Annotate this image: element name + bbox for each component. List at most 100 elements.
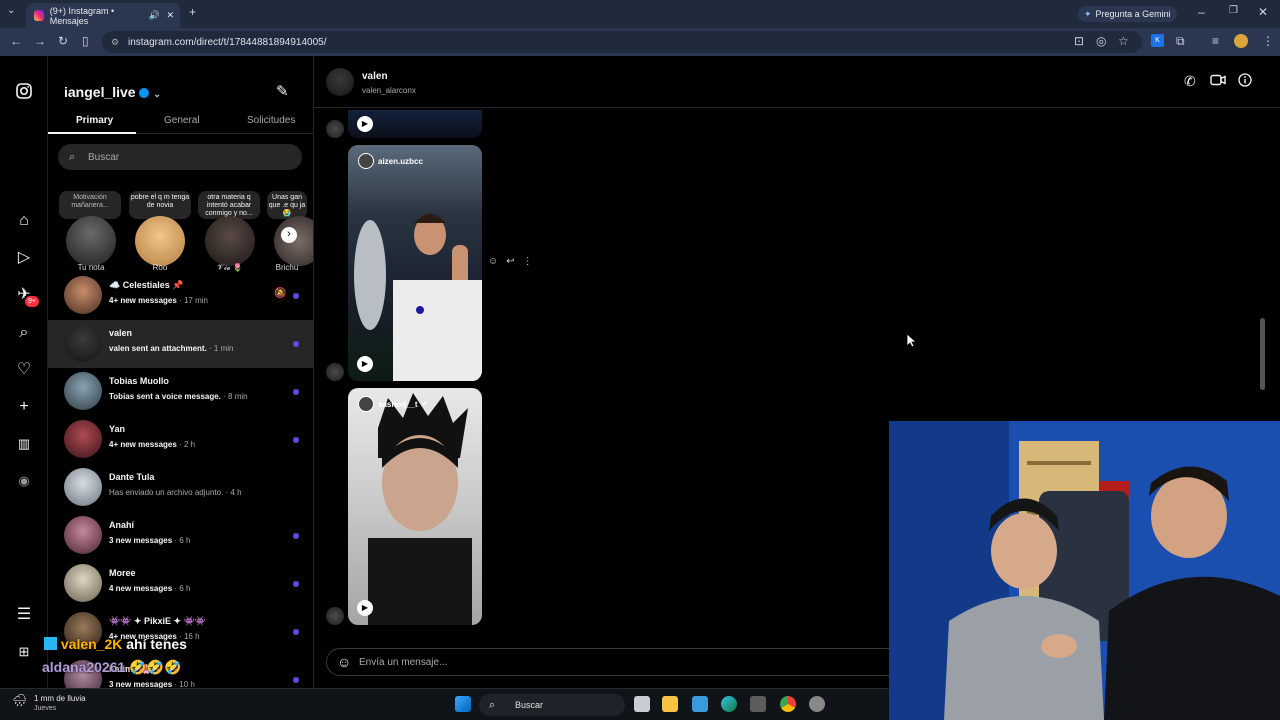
window-close-icon[interactable]: ✕ xyxy=(1258,5,1268,19)
conversation-preview: valen sent an attachment. xyxy=(109,344,207,353)
gemini-button[interactable]: ✦ Pregunta a Gemini xyxy=(1078,6,1177,22)
emoji-picker-icon[interactable]: ☺ xyxy=(337,654,351,670)
windows-start-icon[interactable] xyxy=(455,696,471,712)
reading-list-icon[interactable]: ≡ xyxy=(1212,34,1219,48)
tab-requests[interactable]: Solicitudes xyxy=(247,115,295,126)
conversation-preview: Has enviado un archivo adjunto. xyxy=(109,488,224,497)
inbox-tabs: Primary General Solicitudes xyxy=(48,112,313,134)
install-app-icon[interactable]: ⊡ xyxy=(1074,34,1084,48)
minimize-icon[interactable]: – xyxy=(1198,5,1205,19)
conversation-time: · 6 h xyxy=(174,536,191,545)
bookmark-star-icon[interactable]: ☆ xyxy=(1118,34,1129,48)
file-explorer-icon[interactable] xyxy=(662,696,678,712)
weather-icon[interactable]: 🌧 xyxy=(12,693,27,707)
conversation-row[interactable]: valen valen sent an attachment. · 1 min xyxy=(48,320,313,368)
note-avatar[interactable] xyxy=(205,216,255,266)
extensions-puzzle-icon[interactable]: ⧉ xyxy=(1176,34,1185,49)
avatar xyxy=(64,324,102,362)
conversation-row[interactable]: Tobias Muollo Tobias sent a voice messag… xyxy=(48,368,313,416)
note-avatar[interactable] xyxy=(135,216,185,266)
apps-grid-icon[interactable]: ⊞ xyxy=(14,642,34,662)
chevron-down-icon: ⌄ xyxy=(153,89,161,99)
conversation-time: · 2 h xyxy=(179,440,196,449)
heart-icon[interactable]: ♡ xyxy=(14,360,34,380)
reload-icon[interactable]: ↻ xyxy=(58,34,68,48)
browser-menu-icon[interactable]: ⋮ xyxy=(1262,34,1274,48)
conversation-row[interactable]: ☁️ Celestiales 📌 4+ new messages · 17 mi… xyxy=(48,272,313,320)
note-avatar[interactable] xyxy=(66,216,116,266)
avatar xyxy=(64,372,102,410)
search-icon: ⌕ xyxy=(69,150,76,163)
instagram-logo-icon[interactable] xyxy=(14,82,34,102)
unread-dot xyxy=(293,437,299,443)
note-bubble[interactable]: Motivación mañanera... xyxy=(59,191,121,219)
address-bar[interactable]: ⚙ instagram.com/direct/t/178448818949140… xyxy=(102,31,1142,53)
profile-avatar[interactable] xyxy=(1234,34,1248,48)
more-menu-icon[interactable]: ☰ xyxy=(14,605,34,625)
task-view-icon[interactable] xyxy=(634,696,650,712)
reels-icon[interactable]: ▷ xyxy=(14,248,34,268)
conversation-preview: Tobias sent a voice message. xyxy=(109,392,221,401)
video-call-icon[interactable] xyxy=(1210,73,1226,89)
threads-icon[interactable]: ◉ xyxy=(14,471,34,491)
dashboard-icon[interactable]: ▥ xyxy=(14,434,34,454)
tracking-icon[interactable]: ◎ xyxy=(1096,34,1106,48)
notes-next-arrow-icon[interactable]: › xyxy=(281,227,297,243)
weather-text[interactable]: 1 mm de lluvia xyxy=(34,694,86,703)
chat-scrollbar[interactable] xyxy=(1260,318,1265,390)
new-tab-icon[interactable]: + xyxy=(189,5,196,19)
chat-name[interactable]: valen xyxy=(362,71,388,82)
back-icon[interactable]: ← xyxy=(10,34,22,48)
tab-audio-icon[interactable]: 🔊 xyxy=(149,10,160,21)
phone-call-icon[interactable]: ✆ xyxy=(1184,73,1196,90)
react-emoji-icon[interactable]: ☺ xyxy=(488,256,498,267)
unread-dot xyxy=(293,581,299,587)
tab-general[interactable]: General xyxy=(164,115,200,126)
taskbar-search[interactable]: ⌕ Buscar xyxy=(479,694,625,716)
conversation-row[interactable]: Yan 4+ new messages · 2 h xyxy=(48,416,313,464)
avatar xyxy=(64,564,102,602)
conversation-row[interactable]: Dante Tula Has enviado un archivo adjunt… xyxy=(48,464,313,512)
site-info-icon[interactable]: ⚙ xyxy=(111,37,119,48)
chrome-icon[interactable] xyxy=(780,696,796,712)
app-icon[interactable] xyxy=(809,696,825,712)
conversation-row[interactable]: Anahí 3 new messages · 6 h xyxy=(48,512,313,560)
post-author-avatar xyxy=(358,153,374,169)
chat-avatar[interactable] xyxy=(326,68,354,96)
create-plus-icon[interactable]: + xyxy=(14,397,34,417)
extension-icon[interactable]: K xyxy=(1151,34,1164,47)
home-icon[interactable]: ⌂ xyxy=(14,211,34,231)
reply-icon[interactable]: ↩ xyxy=(506,256,514,267)
webcam-image xyxy=(889,421,1280,720)
sidebar-split-icon[interactable]: ▯ xyxy=(82,34,89,48)
store-icon[interactable] xyxy=(750,696,766,712)
tab-menu-chevron-icon[interactable]: ⌄ xyxy=(7,5,15,16)
edge-icon[interactable] xyxy=(721,696,737,712)
search-input[interactable]: ⌕ Buscar xyxy=(58,144,302,170)
app-icon[interactable] xyxy=(692,696,708,712)
conversation-preview: 3 new messages xyxy=(109,536,173,545)
forward-icon[interactable]: → xyxy=(34,34,46,48)
more-options-icon[interactable]: ⋮ xyxy=(523,256,533,267)
browser-tab[interactable]: (9+) Instagram • Mensajes 🔊 ✕ xyxy=(26,3,180,28)
conversation-time: · 6 h xyxy=(174,584,191,593)
post-author-avatar xyxy=(358,396,374,412)
shared-post[interactable]: aizen.uzbcc ▶ xyxy=(348,145,482,381)
browser-toolbar: ← → ↻ ▯ ⚙ instagram.com/direct/t/1784488… xyxy=(0,28,1280,56)
shared-post[interactable]: ▶ xyxy=(348,110,482,138)
taskbar: 🌧 1 mm de lluvia Jueves ⌕ Buscar xyxy=(0,688,889,720)
conversation-row[interactable]: Moree 4 new messages · 6 h xyxy=(48,560,313,608)
note-bubble[interactable]: Unas gan que .e qu ja 😭 xyxy=(267,191,307,219)
note-bubble[interactable]: otra materia q intentó acabar conmigo y … xyxy=(198,191,260,219)
conversation-preview: 4 new messages xyxy=(109,584,173,593)
search-icon[interactable]: ⌕ xyxy=(14,323,34,343)
shared-post[interactable]: sashod__t ✔ ▶ xyxy=(348,388,482,625)
instagram-favicon-icon xyxy=(34,10,44,21)
account-switcher[interactable]: iangel_live ⌄ xyxy=(64,84,161,100)
tab-primary[interactable]: Primary xyxy=(76,115,113,126)
tab-close-icon[interactable]: ✕ xyxy=(166,10,174,21)
new-message-icon[interactable]: ✎ xyxy=(276,82,289,100)
maximize-icon[interactable]: ❐ xyxy=(1229,5,1238,16)
note-bubble[interactable]: pobre el q m tenga de novia xyxy=(129,191,191,219)
info-icon[interactable] xyxy=(1238,73,1252,90)
